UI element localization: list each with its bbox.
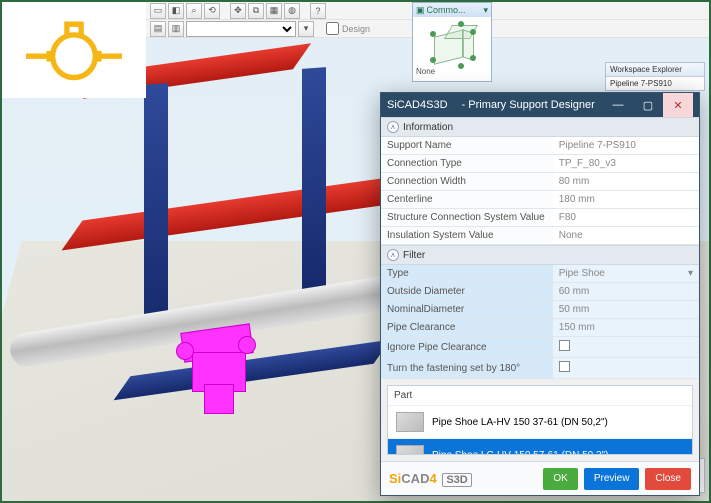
tool-btn-3[interactable]: ⌕ (186, 3, 202, 19)
pipe-support-model (172, 318, 262, 418)
ignore-clearance-label: Ignore Pipe Clearance (381, 337, 553, 358)
design-label: Design (342, 24, 370, 34)
ignore-clearance-checkbox[interactable] (559, 340, 570, 351)
filter-input[interactable]: 50 mm (553, 301, 699, 319)
tool-btn-5[interactable]: ✥ (230, 3, 246, 19)
parts-list: Part Pipe Shoe LA-HV 150 37-61 (DN 50,2"… (387, 385, 693, 455)
dialog-titlebar[interactable]: SiCAD4S3D - Primary Support Designer — ▢… (381, 93, 699, 117)
chevron-up-icon[interactable]: ˄ (387, 249, 399, 261)
part-thumb-icon (396, 445, 424, 455)
toolbar-select[interactable] (186, 21, 296, 37)
tool-btn-8[interactable]: ◍ (284, 3, 300, 19)
info-key: Support Name (381, 137, 553, 155)
navcube-close-icon[interactable]: ▾ (483, 5, 488, 16)
filter-table: Type Pipe Shoe▾ Outside Diameter60 mm No… (381, 265, 699, 379)
part-row[interactable]: Pipe Shoe LC-HV 150 57-61 (DN 50,2") (388, 438, 692, 455)
dialog-app-name: SiCAD4S3D (387, 99, 448, 111)
chevron-down-icon: ▾ (688, 268, 693, 279)
section-information[interactable]: ˄ Information (381, 117, 699, 137)
dialog-maximize-icon[interactable]: ▢ (633, 93, 663, 117)
workspace-explorer-item[interactable]: Pipeline 7-PS910 (606, 77, 704, 90)
navcube-title: Commo... (427, 5, 466, 15)
dialog-minimize-icon[interactable]: — (603, 93, 633, 117)
part-label: Pipe Shoe LA-HV 150 37-61 (DN 50,2") (432, 417, 608, 428)
filter-type-label: Type (381, 265, 553, 283)
nav-cube-panel: ▣ Commo... ▾ None (412, 2, 492, 82)
tool2-btn-1[interactable]: ▤ (150, 21, 166, 37)
primary-support-designer-dialog: SiCAD4S3D - Primary Support Designer — ▢… (380, 92, 700, 496)
part-thumb-icon (396, 412, 424, 432)
parts-header: Part (388, 386, 692, 405)
part-row[interactable]: Pipe Shoe LA-HV 150 37-61 (DN 50,2") (388, 405, 692, 438)
dialog-footer: SiCAD4 S3D OK Preview Close (381, 461, 699, 495)
dialog-title: - Primary Support Designer (462, 99, 595, 111)
chevron-up-icon[interactable]: ˄ (387, 121, 399, 133)
navcube-footer: None (413, 67, 491, 76)
part-label: Pipe Shoe LC-HV 150 57-61 (DN 50,2") (432, 450, 608, 456)
tool2-btn-3[interactable]: ▾ (298, 21, 314, 37)
tool2-btn-2[interactable]: ▥ (168, 21, 184, 37)
info-val: Pipeline 7-PS910 (553, 137, 699, 155)
section-filter[interactable]: ˄ Filter (381, 245, 699, 265)
tool-btn-1[interactable]: ▭ (150, 3, 166, 19)
tool-help-icon[interactable]: ? (310, 3, 326, 19)
filter-type-select[interactable]: Pipe Shoe▾ (559, 268, 693, 279)
tool-btn-6[interactable]: ⧉ (248, 3, 264, 19)
ok-button[interactable]: OK (543, 468, 577, 490)
navcube-icon: ▣ (416, 5, 425, 16)
workspace-explorer: Workspace Explorer Pipeline 7-PS910 (605, 62, 705, 91)
design-toggle[interactable]: Design (326, 22, 370, 35)
nav-cube[interactable] (430, 23, 474, 67)
turn-fastening-label: Turn the fastening set by 180° (381, 358, 553, 379)
filter-input[interactable]: 60 mm (553, 283, 699, 301)
design-checkbox[interactable] (326, 22, 339, 35)
close-button[interactable]: Close (645, 468, 691, 490)
filter-input[interactable]: 150 mm (553, 319, 699, 337)
preview-button[interactable]: Preview (584, 468, 640, 490)
tool-btn-2[interactable]: ◧ (168, 3, 184, 19)
workspace-explorer-title: Workspace Explorer (606, 63, 704, 77)
tool-btn-7[interactable]: ▦ (266, 3, 282, 19)
brand-logo: SiCAD4 S3D (389, 471, 472, 486)
dialog-close-icon[interactable]: ✕ (663, 93, 693, 117)
tool-btn-4[interactable]: ⟲ (204, 3, 220, 19)
app-logo (2, 2, 146, 98)
pipe-clamp-icon (19, 10, 129, 90)
turn-fastening-checkbox[interactable] (559, 361, 570, 372)
info-table: Support NamePipeline 7-PS910 Connection … (381, 137, 699, 245)
